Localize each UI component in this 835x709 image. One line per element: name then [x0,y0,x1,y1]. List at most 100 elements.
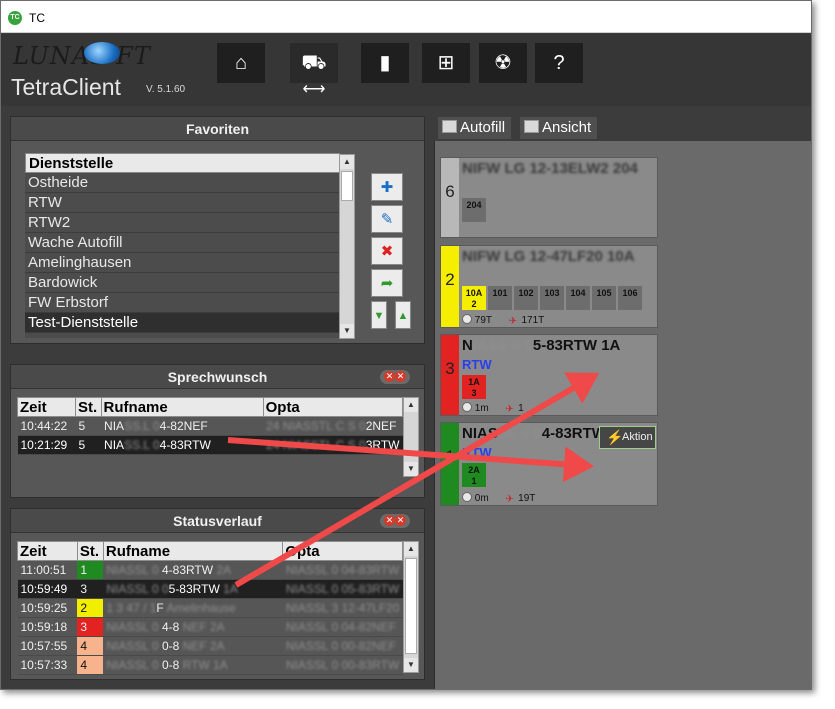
table-row[interactable]: 10:59:49 3 NIASSL 0 05-83RTW 1A NIASSL 0 05… [17,579,403,599]
vehicle-status: 2 [441,246,459,327]
scroll-up-icon[interactable]: ▲ [404,398,418,412]
favoriten-item[interactable]: Test-Dienststelle [25,313,340,333]
tree-button[interactable]: ⊞ [422,43,470,83]
home-button[interactable]: ⌂ [217,43,265,83]
clock-icon [462,402,472,412]
vehicle-chip[interactable]: 102 [514,286,538,310]
title-bar: TC TC [1,1,811,33]
col-st[interactable]: St. [76,541,104,561]
close-sprechwunsch-button[interactable]: ✕ ✕ [380,370,410,384]
help-button[interactable]: ? [535,43,583,83]
rufname-suffix: F [156,601,164,615]
col-zeit[interactable]: Zeit [17,541,78,561]
clock-icon [462,492,472,502]
vehicle-status: 1 [441,423,459,505]
rufname-suffix: 0-8 [161,639,180,653]
scroll-down-icon[interactable]: ▼ [404,462,418,476]
col-opta[interactable]: Opta [282,541,403,561]
vehicle-chip[interactable]: 105 [592,286,616,310]
scroll-down-icon[interactable]: ▼ [340,324,354,338]
scroll-thumb[interactable] [341,171,353,201]
favoriten-item[interactable]: Amelinghausen [25,253,340,273]
cell-rufname: NIASSL 0 4-8 NEF 2A [103,617,283,637]
delete-favorite-button[interactable]: ✖ [371,237,403,265]
edit-favorite-button[interactable]: ✎ [371,205,403,233]
favoriten-item[interactable]: Bardowick [25,273,340,293]
copy-favorite-button[interactable]: ➦ [371,269,403,297]
arrow-down-icon: ▼ [373,310,385,322]
col-zeit[interactable]: Zeit [16,397,77,417]
vehicle-chip[interactable]: 106 [618,286,642,310]
vehicle-title-blurred: SL 0 0 [497,425,542,442]
table-row[interactable]: 10:57:33 4 NIASSL 0 0-8 RTW 1A NIASSL 0 00-… [17,655,403,675]
opta-blurred: NIASSL 0 04-83RTW [285,563,400,577]
aktion-button[interactable]: ⚡ Aktion [599,426,656,449]
favoriten-list: Dienststelle Ostheide RTW RTW2 Wache Autofil… [25,153,340,338]
vehicle-chip[interactable]: 103 [540,286,564,310]
vehicle-card[interactable]: 6 NIFW LG 12-13ELW2 204 204 [440,157,658,238]
col-rufname[interactable]: Rufname [102,541,284,561]
vehicle-card[interactable]: 3 NIASS 0 05-83RTW 1A RTW 1A 3 1m ✈ 1 [440,334,658,416]
vehicle-footer: 1m ✈ 1 [462,402,524,415]
table-row[interactable]: 10:44:22 5 NIASS.L 04-82NEF 24 NIASSTL C S … [17,416,403,436]
opta-blurred: NIASSL 0 00-83RTW [285,658,400,672]
close-icon: ✕ [395,371,406,382]
favoriten-item[interactable]: RTW [25,193,340,213]
vehicle-status: 3 [441,335,459,415]
favoriten-scrollbar[interactable]: ▲ ▼ [339,154,355,339]
scroll-up-icon[interactable]: ▲ [404,542,418,556]
rufname-blurred: SS.L 0 [124,419,160,433]
rufname-blurred: NIASSL 0 0 [106,582,169,596]
vehicles-button[interactable]: ⛟ [290,43,338,83]
vehicle-chip[interactable]: 1A 3 [462,375,486,399]
rufname-suffix: 4-83RTW [159,438,211,452]
table-row[interactable]: 10:59:18 3 NIASSL 0 4-8 NEF 2A NIASSL 0 04-… [17,617,403,637]
vehicle-title-blurred: IASS 0 0 [472,337,533,354]
nuclear-button[interactable]: ☢ [479,43,527,83]
cell-st: 3 [77,579,104,599]
favoriten-item[interactable]: Dienststelle [25,153,340,173]
favoriten-item[interactable]: Ostheide [25,173,340,193]
favoriten-item[interactable]: RTW2 [25,213,340,233]
scroll-up-icon[interactable]: ▲ [340,155,354,169]
move-down-button[interactable]: ▼ [371,301,387,329]
col-st[interactable]: St. [75,397,102,417]
favoriten-item[interactable]: Wache Autofill [25,233,340,253]
vehicle-chip[interactable]: 104 [566,286,590,310]
vehicle-chip[interactable]: 2A 1 [462,463,486,487]
sprechwunsch-scrollbar[interactable]: ▲ ▼ [403,397,419,477]
copy-arrow-icon: ➦ [380,275,394,292]
favoriten-item[interactable]: FW Erbstorf [25,293,340,313]
vehicle-chip[interactable]: 10A 2 [462,286,486,310]
cell-opta: NIASSL 0 04-83RTW [282,560,403,580]
move-up-button[interactable]: ▲ [395,301,411,329]
vehicle-chip[interactable]: 204 [462,198,486,222]
autofill-tab[interactable]: Autofill [438,117,512,139]
cell-opta: NIASSL 0 00-82NEF [282,636,403,656]
opta-suffix: 2NEF [365,419,397,433]
statusverlauf-scrollbar[interactable]: ▲ ▼ [403,541,419,673]
vehicle-time: 79T [474,315,493,326]
vehicle-chip[interactable]: 101 [488,286,512,310]
add-favorite-button[interactable]: ✚ [371,173,403,201]
scroll-thumb[interactable] [405,558,417,654]
chip-label: 103 [544,288,560,298]
cell-st: 1 [77,560,104,580]
vehicle-card[interactable]: 2 NIFW LG 12-47LF20 10A 10A 2 101 102 103 104 10… [440,245,658,328]
col-rufname[interactable]: Rufname [100,397,264,417]
table-row[interactable]: 10:57:55 4 NIASSL 0 0-8 NEF 2A NIASSL 0 00-… [17,636,403,656]
rufname-extra: NEF 2A [182,620,225,634]
radio-button[interactable]: ▮ [361,43,409,83]
table-row[interactable]: 10:59:25 2 1 3 47 / 1F Amelinhause NIASSL 3… [17,598,403,618]
table-row[interactable]: 11:00:51 1 NIASSL 0 4-83RTW 2A NIASSL 0 04-… [17,560,403,580]
col-opta[interactable]: Opta [262,397,404,417]
table-row[interactable]: 10:21:29 5 NIASS.L 04-83RTW 24 NIASSTL C S … [17,435,403,455]
chip-sub: 2 [471,299,477,309]
ansicht-tab[interactable]: Ansicht [520,117,598,139]
statusverlauf-panel: Statusverlauf ✕ ✕ Zeit St. Rufname Opta 1… [10,508,425,680]
cell-zeit: 10:21:29 [17,435,76,455]
scroll-down-icon[interactable]: ▼ [404,658,418,672]
chip-label: 204 [466,200,482,210]
lunasoft-logo: LUNAS FT [13,42,151,70]
close-statusverlauf-button[interactable]: ✕ ✕ [380,514,410,528]
